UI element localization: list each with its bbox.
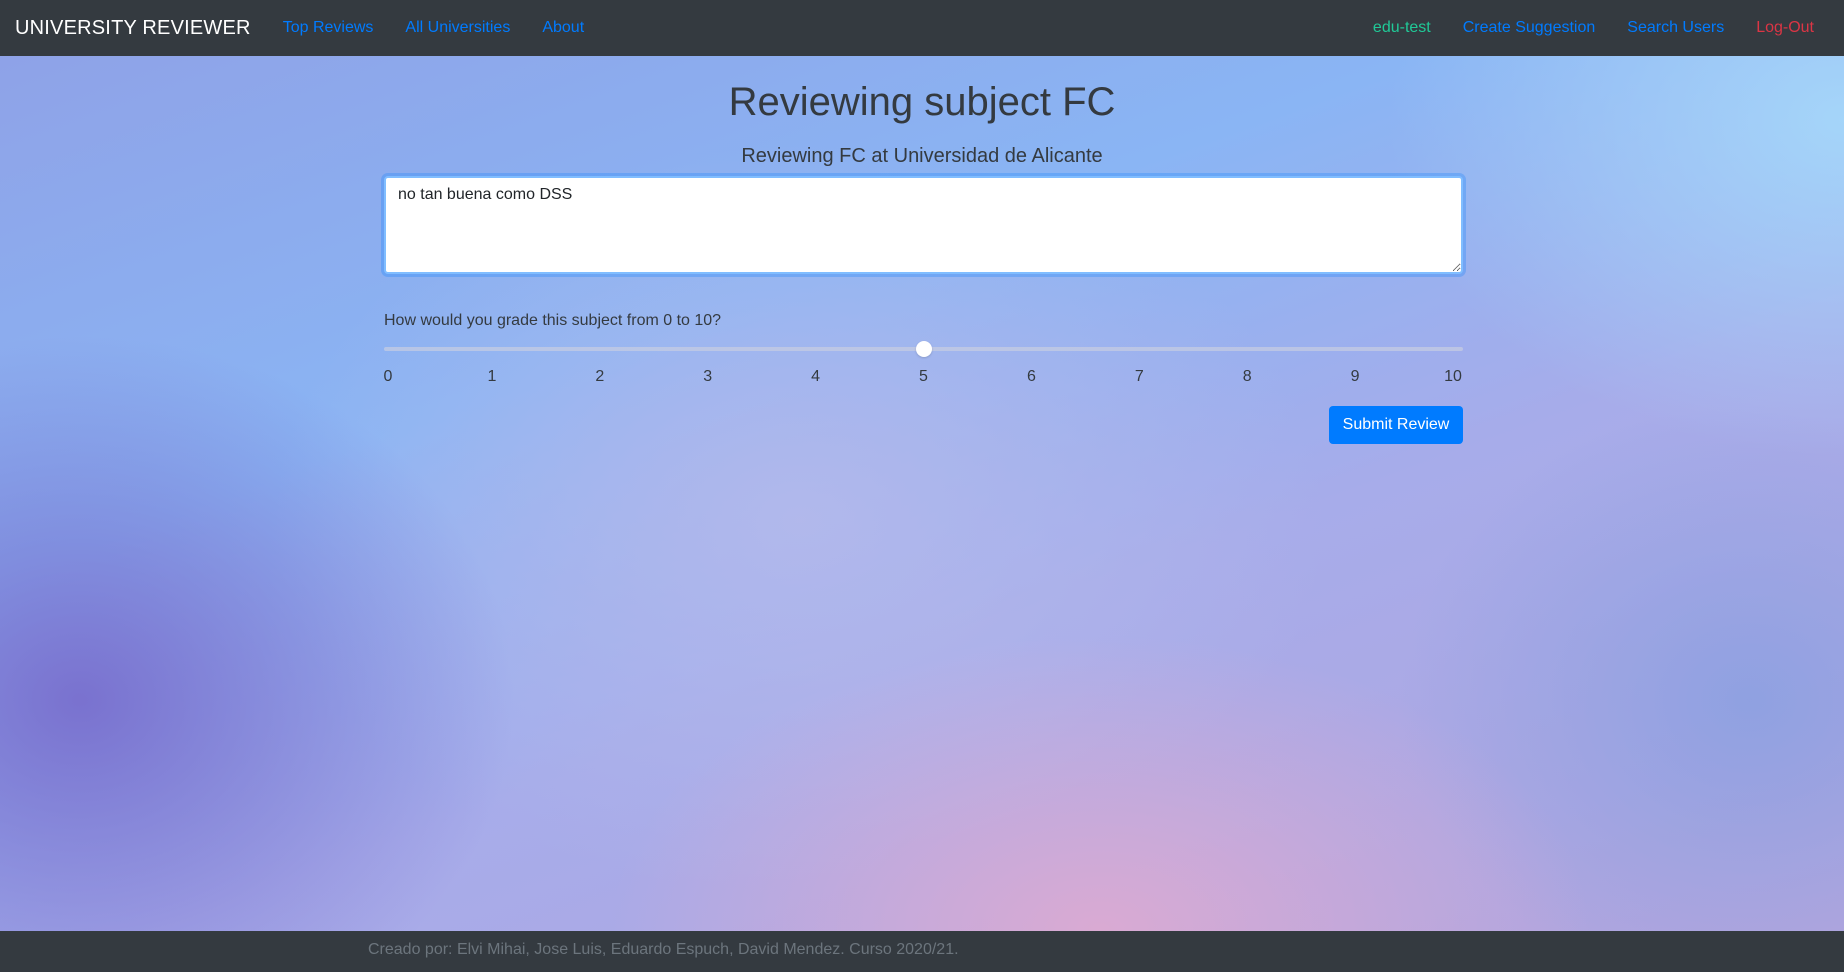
slider-tick-label: 7 xyxy=(1134,368,1144,385)
slider-tick-label: 5 xyxy=(919,368,928,385)
nav-link-user-profile[interactable]: edu-test xyxy=(1373,19,1431,37)
slider-tick-label: 6 xyxy=(1026,368,1036,385)
top-navbar: UNIVERSITY REVIEWER Top Reviews All Univ… xyxy=(0,0,1844,56)
submit-review-button[interactable]: Submit Review xyxy=(1329,406,1463,444)
grade-slider-thumb[interactable] xyxy=(915,341,932,357)
nav-link-about[interactable]: About xyxy=(542,19,584,37)
page-subtitle: Reviewing FC at Universidad de Alicante xyxy=(741,145,1103,167)
nav-left-group: Top Reviews All Universities About xyxy=(283,19,584,37)
nav-link-logout[interactable]: Log-Out xyxy=(1756,19,1814,37)
nav-link-top-reviews[interactable]: Top Reviews xyxy=(283,19,374,37)
nav-right-group: edu-test Create Suggestion Search Users … xyxy=(1373,19,1814,37)
main-content: Reviewing subject FC Reviewing FC at Uni… xyxy=(0,56,1844,931)
nav-link-create-suggestion[interactable]: Create Suggestion xyxy=(1463,19,1596,37)
slider-tick-label: 1 xyxy=(487,368,497,385)
grade-question-label: How would you grade this subject from 0 … xyxy=(384,312,722,329)
page-title: Reviewing subject FC xyxy=(728,80,1116,124)
brand-logo[interactable]: UNIVERSITY REVIEWER xyxy=(15,17,251,40)
slider-tick-label: 2 xyxy=(595,368,605,385)
slider-tick-label: 9 xyxy=(1350,368,1360,385)
nav-link-search-users[interactable]: Search Users xyxy=(1627,19,1724,37)
slider-tick-label: 8 xyxy=(1242,368,1252,385)
slider-tick-label: 10 xyxy=(1444,368,1462,385)
nav-link-all-universities[interactable]: All Universities xyxy=(405,19,510,37)
review-text-input[interactable] xyxy=(384,176,1463,274)
page-footer: Creado por: Elvi Mihai, Jose Luis, Eduar… xyxy=(0,931,1844,972)
slider-tick-label: 4 xyxy=(811,368,821,385)
slider-tick-label: 3 xyxy=(703,368,713,385)
footer-credits: Creado por: Elvi Mihai, Jose Luis, Eduar… xyxy=(368,941,959,958)
slider-tick-label: 0 xyxy=(383,368,393,385)
